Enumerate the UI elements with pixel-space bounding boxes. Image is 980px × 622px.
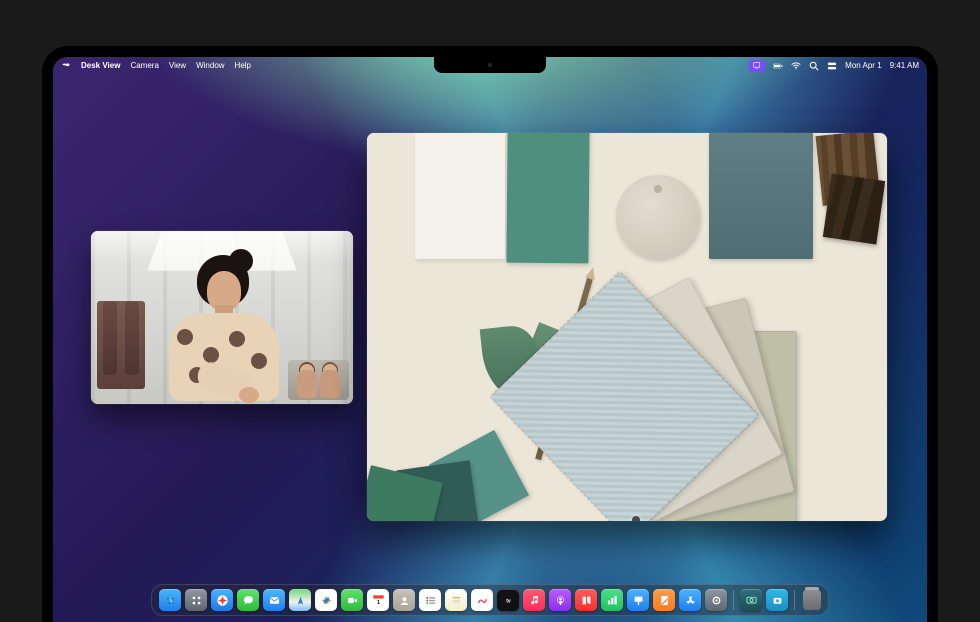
- dock-app-appstore[interactable]: [679, 589, 701, 611]
- swatch-teal: [709, 133, 813, 259]
- deskview-window[interactable]: [367, 133, 887, 521]
- dock-app-safari[interactable]: [211, 589, 233, 611]
- battery-icon[interactable]: [773, 61, 783, 71]
- dock-app-facetime[interactable]: [341, 589, 363, 611]
- desktop: Desk View Camera View Window Help: [53, 57, 927, 622]
- dock-app-calendar[interactable]: 1: [367, 589, 389, 611]
- dock-app-reminders[interactable]: [419, 589, 441, 611]
- dock-app-pages[interactable]: [653, 589, 675, 611]
- clothing-rack: [97, 301, 145, 389]
- menu-camera[interactable]: Camera: [130, 61, 158, 70]
- dock-app-podcasts[interactable]: [549, 589, 571, 611]
- presenter: [151, 249, 291, 404]
- dock-app-screenshot[interactable]: [766, 589, 788, 611]
- dock-separator: [733, 590, 734, 610]
- spotlight-search-icon[interactable]: [809, 61, 819, 71]
- trash-icon[interactable]: [803, 590, 821, 610]
- fabric-fan: [617, 311, 887, 521]
- dock-app-keynote[interactable]: [627, 589, 649, 611]
- dock-app-music[interactable]: [523, 589, 545, 611]
- dock-separator: [794, 590, 795, 610]
- menu-help[interactable]: Help: [235, 61, 251, 70]
- camera-dot-icon: [488, 63, 492, 67]
- dock-app-contacts[interactable]: [393, 589, 415, 611]
- apple-menu-icon[interactable]: [61, 61, 71, 71]
- fan-rivet: [632, 516, 640, 521]
- dock-app-photos[interactable]: [315, 589, 337, 611]
- wifi-icon[interactable]: [791, 61, 801, 71]
- menubar-time[interactable]: 9:41 AM: [890, 61, 919, 70]
- dock-app-tv[interactable]: tv: [497, 589, 519, 611]
- dock-app-mail[interactable]: [263, 589, 285, 611]
- dock-app-notes[interactable]: [445, 589, 467, 611]
- dock-app-messages[interactable]: [237, 589, 259, 611]
- dock-app-launchpad[interactable]: [185, 589, 207, 611]
- dock-app-news[interactable]: [575, 589, 597, 611]
- control-center-icon[interactable]: [827, 61, 837, 71]
- dock-app-maps[interactable]: [289, 589, 311, 611]
- dock-app-settings[interactable]: [705, 589, 727, 611]
- wood-sample-dark: [823, 174, 885, 245]
- menu-window[interactable]: Window: [196, 61, 224, 70]
- swatch-white: [415, 133, 505, 259]
- dock: 1 tv: [151, 584, 829, 616]
- menu-view[interactable]: View: [169, 61, 186, 70]
- participants-thumbnail[interactable]: [288, 360, 349, 400]
- facetime-window[interactable]: [91, 231, 353, 404]
- dock-app-finder[interactable]: [159, 589, 181, 611]
- dock-app-deskview[interactable]: [740, 589, 762, 611]
- laptop-frame: Desk View Camera View Window Help: [42, 46, 938, 622]
- svg-text:tv: tv: [506, 598, 511, 604]
- display-notch: [434, 57, 546, 73]
- svg-text:1: 1: [376, 599, 380, 605]
- menubar-date[interactable]: Mon Apr 1: [845, 61, 881, 70]
- app-name[interactable]: Desk View: [81, 61, 120, 70]
- swatch-green: [506, 133, 589, 263]
- screenshare-status-icon[interactable]: [749, 60, 765, 72]
- stone-disc: [616, 175, 700, 259]
- dock-app-numbers[interactable]: [601, 589, 623, 611]
- dock-app-freeform[interactable]: [471, 589, 493, 611]
